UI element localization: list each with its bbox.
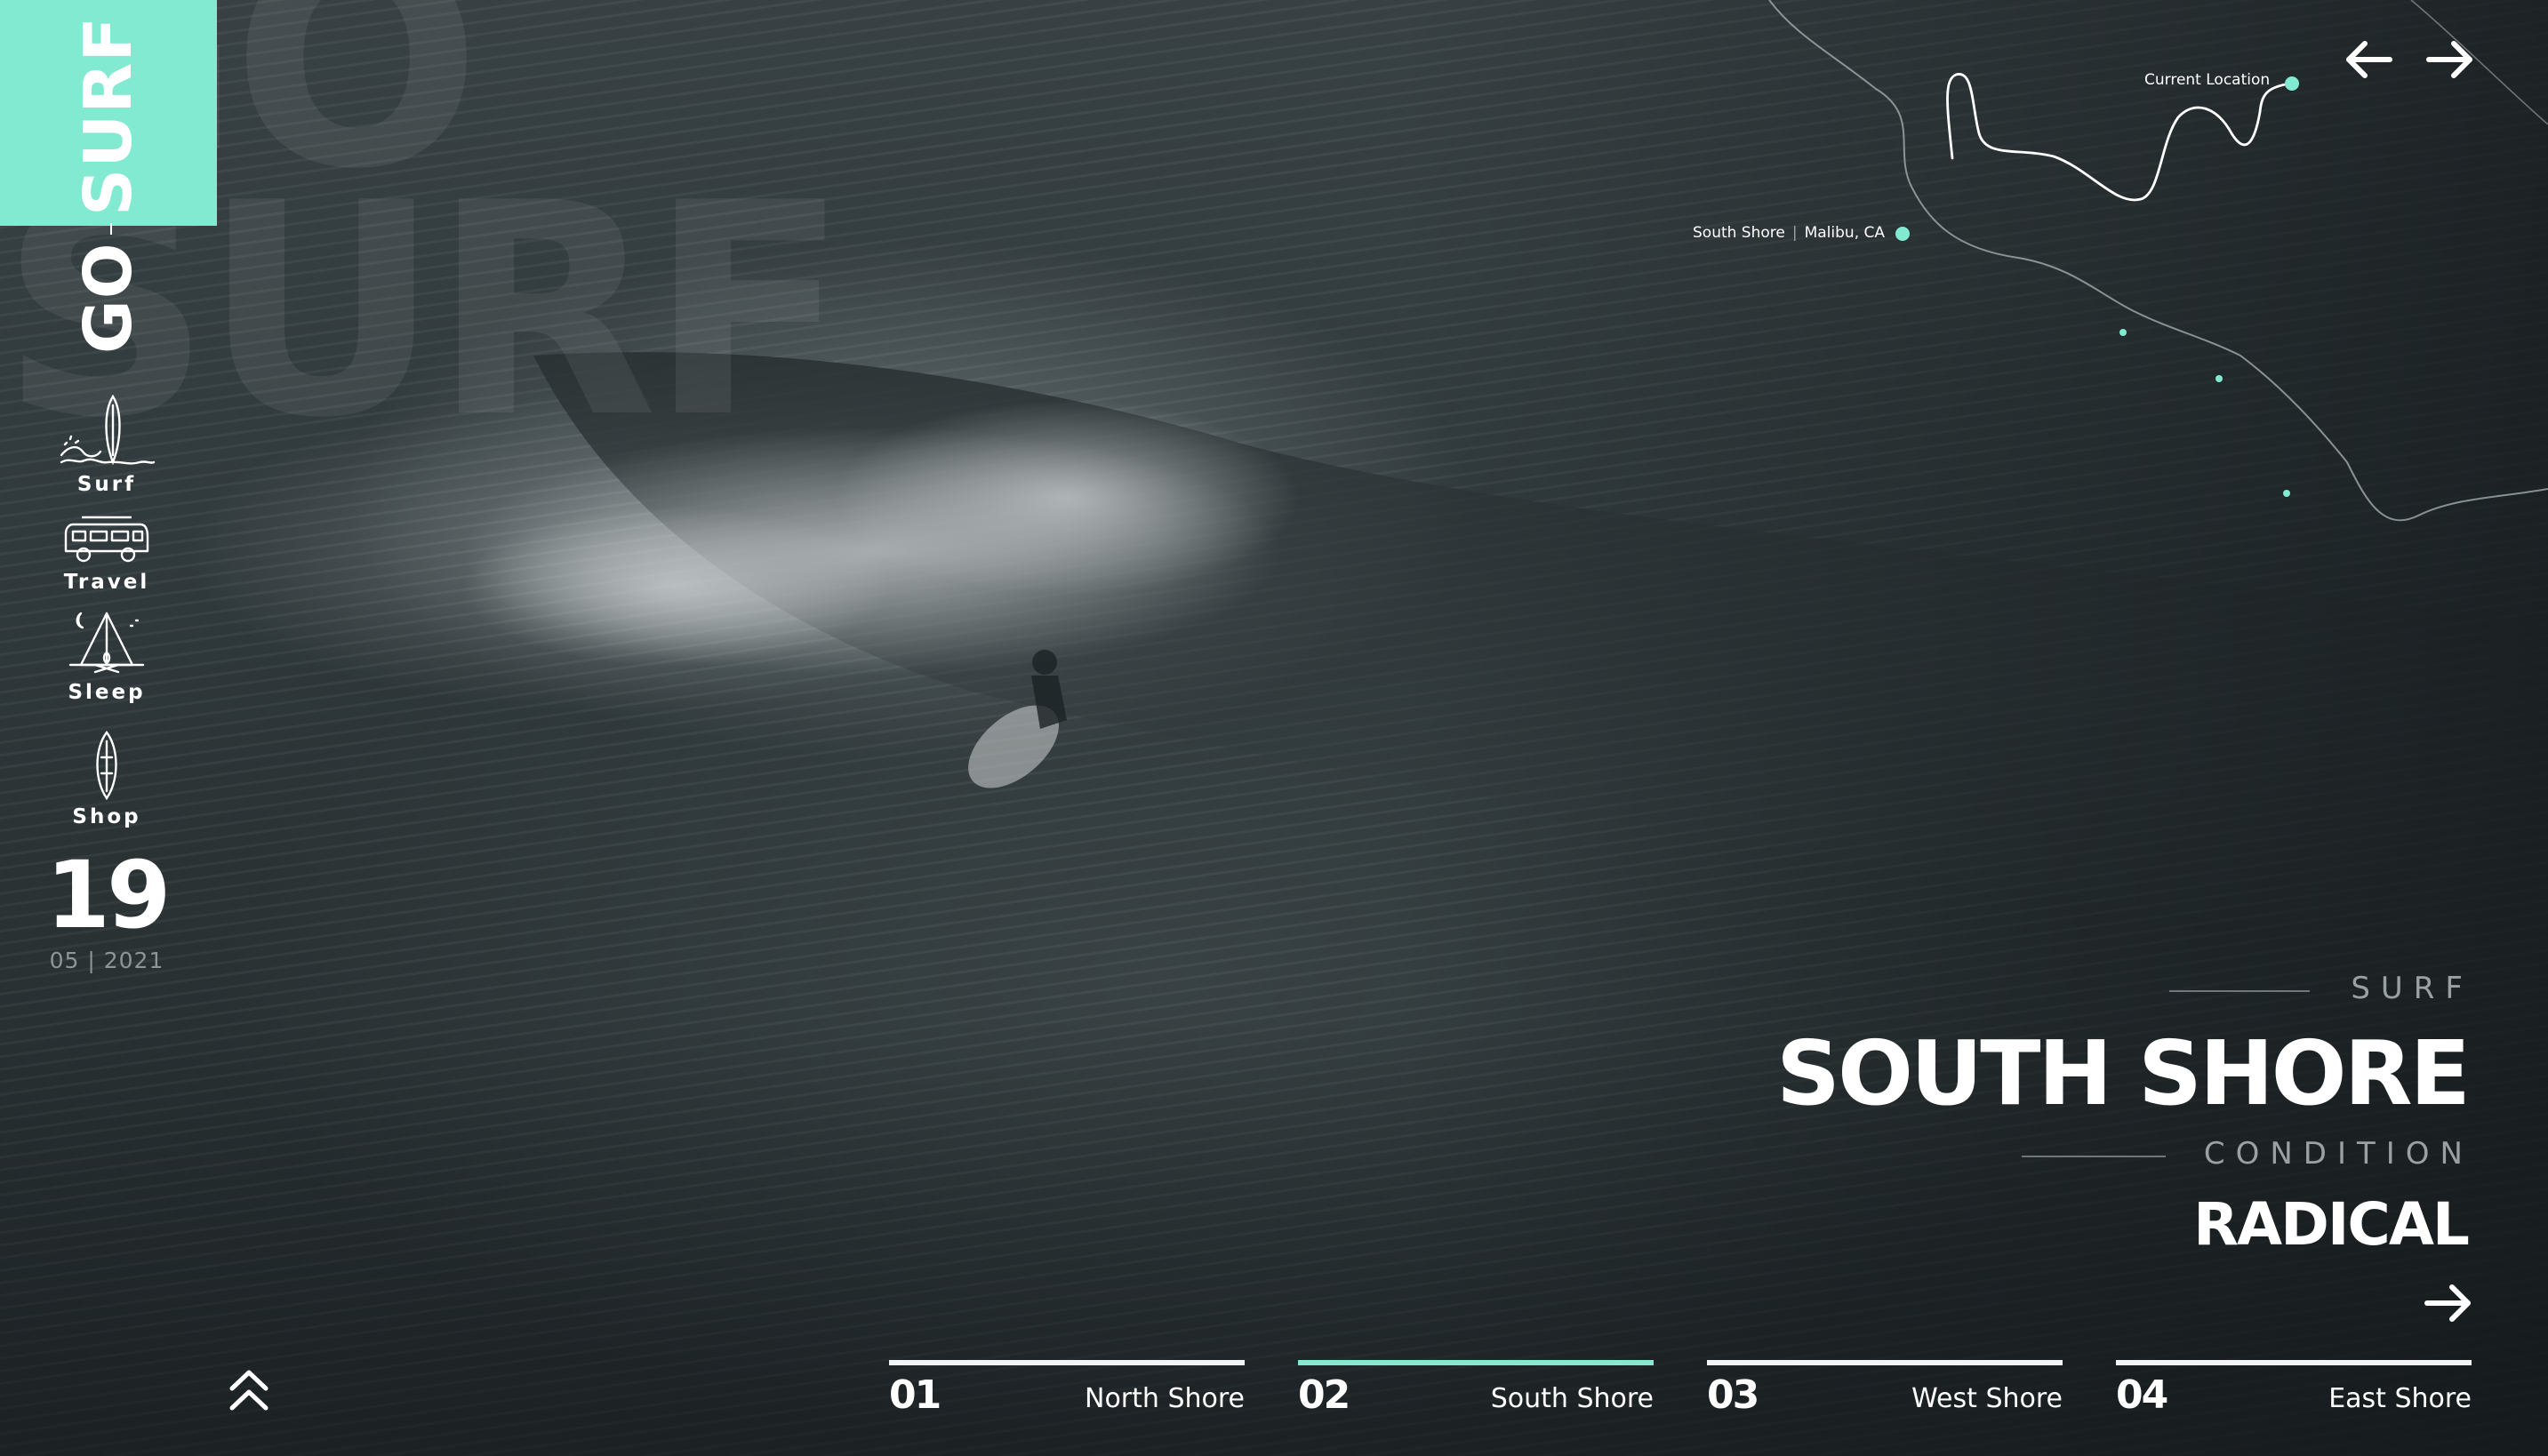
brand-word-go: GO bbox=[70, 242, 147, 354]
camper-van-icon bbox=[64, 516, 149, 563]
sidebar-item-shop[interactable]: Shop bbox=[46, 731, 167, 828]
tab-indicator bbox=[1707, 1360, 2063, 1365]
kicker-line-condition bbox=[2022, 1156, 2166, 1157]
map-spot-name: South Shore bbox=[1693, 224, 1785, 242]
brand-word-surf: SURF bbox=[70, 16, 147, 216]
tab-indicator bbox=[2116, 1360, 2472, 1365]
kicker-line-surf bbox=[2169, 990, 2310, 992]
tab-north-shore[interactable]: 01 North Shore bbox=[889, 1360, 1245, 1419]
tab-label: South Shore bbox=[1490, 1383, 1654, 1414]
tab-east-shore[interactable]: 04 East Shore bbox=[2116, 1360, 2472, 1419]
tab-number: 03 bbox=[1707, 1372, 1759, 1418]
tab-number: 04 bbox=[2116, 1372, 2168, 1418]
map-spot-place: Malibu, CA bbox=[1804, 224, 1885, 242]
sidebar-item-travel[interactable]: Travel bbox=[46, 514, 167, 594]
tab-label: East Shore bbox=[2328, 1383, 2472, 1414]
sidebar-item-label: Travel bbox=[63, 571, 150, 594]
hero-stage: GO SURF GO SURF Surf Travel Sleep Shop 1… bbox=[0, 0, 2548, 1456]
tab-west-shore[interactable]: 03 West Shore bbox=[1707, 1360, 2063, 1419]
condition-label: CONDITION bbox=[2203, 1136, 2473, 1172]
sidebar-item-label: Sleep bbox=[68, 681, 146, 704]
spot-kicker: SURF bbox=[2351, 971, 2473, 1006]
arrow-right-icon[interactable] bbox=[2424, 37, 2477, 82]
surfboard-wave-icon bbox=[60, 394, 156, 466]
map-label-divider: | bbox=[1791, 224, 1798, 242]
map-label-current-location: Current Location bbox=[2144, 71, 2271, 89]
spot-title: SOUTH SHORE bbox=[1776, 1021, 2471, 1125]
sidebar-item-label: Surf bbox=[76, 473, 137, 496]
date-day: 19 bbox=[45, 841, 172, 949]
surfboard-icon bbox=[96, 731, 117, 800]
map-label-spot[interactable]: South Shore | Malibu, CA bbox=[1693, 224, 1885, 242]
arrow-left-icon[interactable] bbox=[2342, 37, 2395, 82]
tab-south-shore[interactable]: 02 South Shore bbox=[1298, 1360, 1654, 1419]
tab-label: West Shore bbox=[1911, 1383, 2063, 1414]
coastline-map bbox=[1768, 0, 2548, 522]
date-month-year: 05 | 2021 bbox=[49, 948, 164, 973]
campfire-tent-icon bbox=[68, 612, 145, 674]
tab-indicator bbox=[1298, 1360, 1654, 1365]
arrow-right-icon[interactable] bbox=[2424, 1282, 2473, 1324]
tab-number: 01 bbox=[889, 1372, 941, 1418]
sidebar-item-surf[interactable]: Surf bbox=[46, 393, 167, 496]
sidebar-item-sleep[interactable]: Sleep bbox=[46, 610, 167, 704]
tab-indicator bbox=[889, 1360, 1245, 1365]
sidebar-item-label: Shop bbox=[72, 805, 141, 828]
condition-value: RADICAL bbox=[2193, 1190, 2470, 1259]
brand-divider bbox=[105, 222, 112, 236]
double-chevron-up-icon[interactable] bbox=[227, 1365, 271, 1415]
tab-number: 02 bbox=[1298, 1372, 1350, 1418]
brand-logo[interactable]: GO SURF bbox=[70, 16, 147, 354]
tab-label: North Shore bbox=[1085, 1383, 1245, 1414]
